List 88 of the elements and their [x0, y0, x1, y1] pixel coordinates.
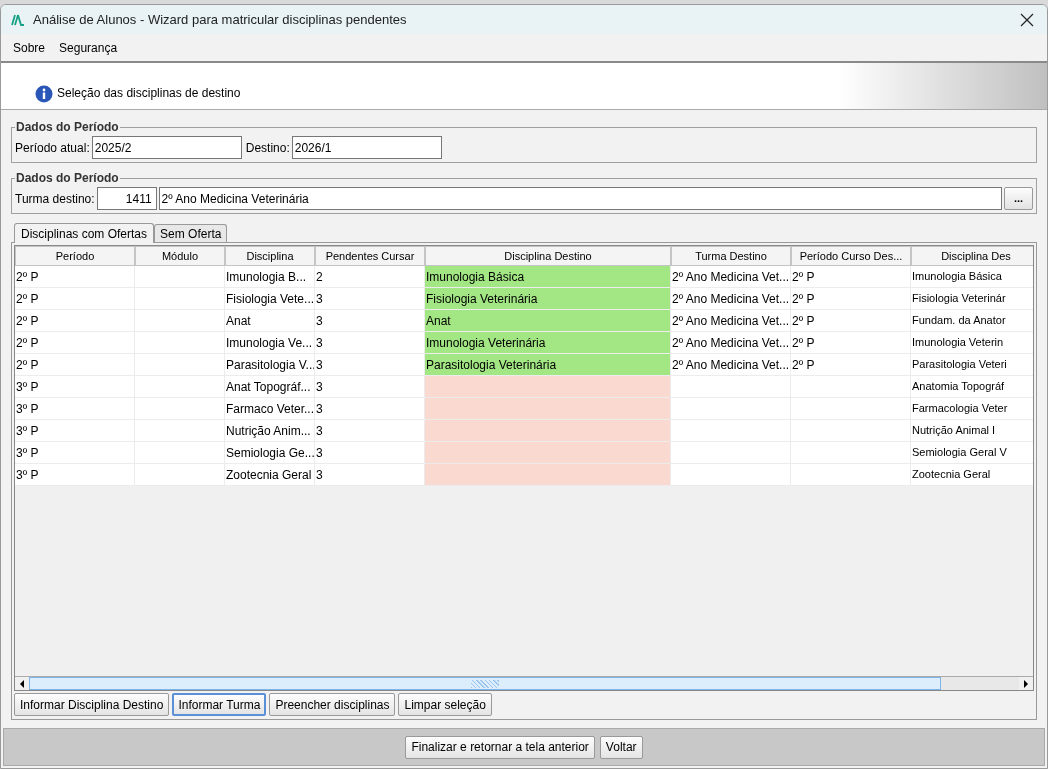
destination-cell: Fisiologia Veterinária	[425, 288, 671, 310]
table-cell: 2º P	[15, 266, 135, 288]
table-cell: Semiologia Geral V	[911, 442, 1033, 464]
table-cell: 2º P	[15, 310, 135, 332]
table-cell: 3	[315, 442, 425, 464]
header-text: Seleção das disciplinas de destino	[57, 85, 241, 102]
table-cell: 3º P	[15, 376, 135, 398]
table-cell: 3	[315, 464, 425, 486]
table-cell: 3	[315, 332, 425, 354]
table-cell: Anat	[225, 310, 315, 332]
table-cell: Imunologia B...	[225, 266, 315, 288]
table-cell: 2º P	[15, 354, 135, 376]
table-cell: 3	[315, 376, 425, 398]
table-cell: 3	[315, 354, 425, 376]
table-cell: 2º Ano Medicina Vet...	[671, 266, 791, 288]
table-cell: 2	[315, 266, 425, 288]
table-cell: 2º Ano Medicina Vet...	[671, 332, 791, 354]
table-cell: 2º P	[15, 288, 135, 310]
window-title: Análise de Alunos - Wizard para matricular disciplinas pendentes	[33, 10, 407, 29]
tab[interactable]: Disciplinas com Ofertas	[14, 223, 155, 243]
table-cell: Imunologia Básica	[911, 266, 1033, 288]
table-cell: Zootecnia Geral	[911, 464, 1033, 486]
destination-cell: Anat	[425, 310, 671, 332]
table-cell: 3º P	[15, 398, 135, 420]
field-label: Destino:	[245, 139, 290, 157]
action-button[interactable]: Limpar seleção	[398, 693, 492, 716]
table-cell: Fisiologia Veterinár	[911, 288, 1033, 310]
field-label: Período atual:	[15, 139, 90, 157]
table-cell: Zootecnia Geral	[225, 464, 315, 486]
table-cell: 3	[315, 420, 425, 442]
table-cell: Parasitologia V...	[225, 354, 315, 376]
table-cell: Nutrição Anim...	[225, 420, 315, 442]
table-cell: Nutrição Animal I	[911, 420, 1033, 442]
group-title: Dados do Período	[15, 170, 120, 187]
table-cell: 2º Ano Medicina Vet...	[671, 288, 791, 310]
column-header[interactable]: Disciplina Destino	[425, 246, 671, 266]
table-cell: 2º P	[791, 288, 911, 310]
table-cell: Imunologia Ve...	[225, 332, 315, 354]
action-button[interactable]: Informar Turma	[172, 693, 267, 716]
input-field[interactable]: 2025/2	[91, 136, 242, 159]
column-header[interactable]: Turma Destino	[671, 246, 791, 266]
action-button[interactable]: Informar Disciplina Destino	[14, 693, 170, 716]
table-cell: Anatomia Topográf	[911, 376, 1033, 398]
table-cell: 3	[315, 288, 425, 310]
table-cell: 2º Ano Medicina Vet...	[671, 310, 791, 332]
table-cell: 2º P	[15, 332, 135, 354]
footer-button[interactable]: Finalizar e retornar a tela anterior	[405, 735, 595, 759]
action-button[interactable]: Preencher disciplinas	[269, 693, 396, 716]
column-header[interactable]: Período	[15, 246, 135, 266]
table-cell: 2º Ano Medicina Vet...	[671, 354, 791, 376]
app-logo-icon	[11, 13, 25, 26]
column-header[interactable]: Período Curso Des...	[791, 246, 911, 266]
input-field[interactable]: 2026/1	[291, 136, 442, 159]
table-cell: Farmaco Veter...	[225, 398, 315, 420]
table-cell: 2º P	[791, 310, 911, 332]
table-cell: 3º P	[15, 442, 135, 464]
field-label: Turma destino:	[15, 190, 95, 208]
table-cell: 3	[315, 310, 425, 332]
table-cell: 3	[315, 398, 425, 420]
table-cell: Farmacologia Veter	[911, 398, 1033, 420]
table-cell: 2º P	[791, 332, 911, 354]
group-title: Dados do Período	[15, 119, 120, 136]
scrollbar-thumb[interactable]	[29, 677, 941, 690]
menu-item[interactable]: Sobre	[7, 36, 52, 59]
table-cell: Imunologia Veterin	[911, 332, 1033, 354]
footer-button[interactable]: Voltar	[599, 735, 643, 759]
table-cell: 3º P	[15, 464, 135, 486]
browse-button[interactable]: ...	[1004, 187, 1033, 210]
table-cell: 3º P	[15, 420, 135, 442]
table-cell: Anat Topográf...	[225, 376, 315, 398]
input-field[interactable]: 2º Ano Medicina Veterinária	[158, 187, 1002, 210]
column-header[interactable]: Pendentes Cursar	[315, 246, 425, 266]
table-cell: Fundam. da Anator	[911, 310, 1033, 332]
table-cell: Semiologia Ge...	[225, 442, 315, 464]
info-icon	[35, 85, 53, 103]
column-header[interactable]: Módulo	[135, 246, 225, 266]
tab[interactable]: Sem Oferta	[154, 224, 228, 242]
column-header[interactable]: Disciplina Des	[911, 246, 1033, 266]
table-cell: 2º P	[791, 266, 911, 288]
menu-item[interactable]: Segurança	[53, 36, 124, 59]
table-cell: 2º P	[791, 354, 911, 376]
input-field[interactable]: 1411	[96, 187, 157, 210]
column-header[interactable]: Disciplina	[225, 246, 315, 266]
table-cell: Parasitologia Veteri	[911, 354, 1033, 376]
table-cell: Fisiologia Vete...	[225, 288, 315, 310]
destination-cell: Imunologia Veterinária	[425, 332, 671, 354]
destination-cell: Imunologia Básica	[425, 266, 671, 288]
destination-cell: Parasitologia Veterinária	[425, 354, 671, 376]
